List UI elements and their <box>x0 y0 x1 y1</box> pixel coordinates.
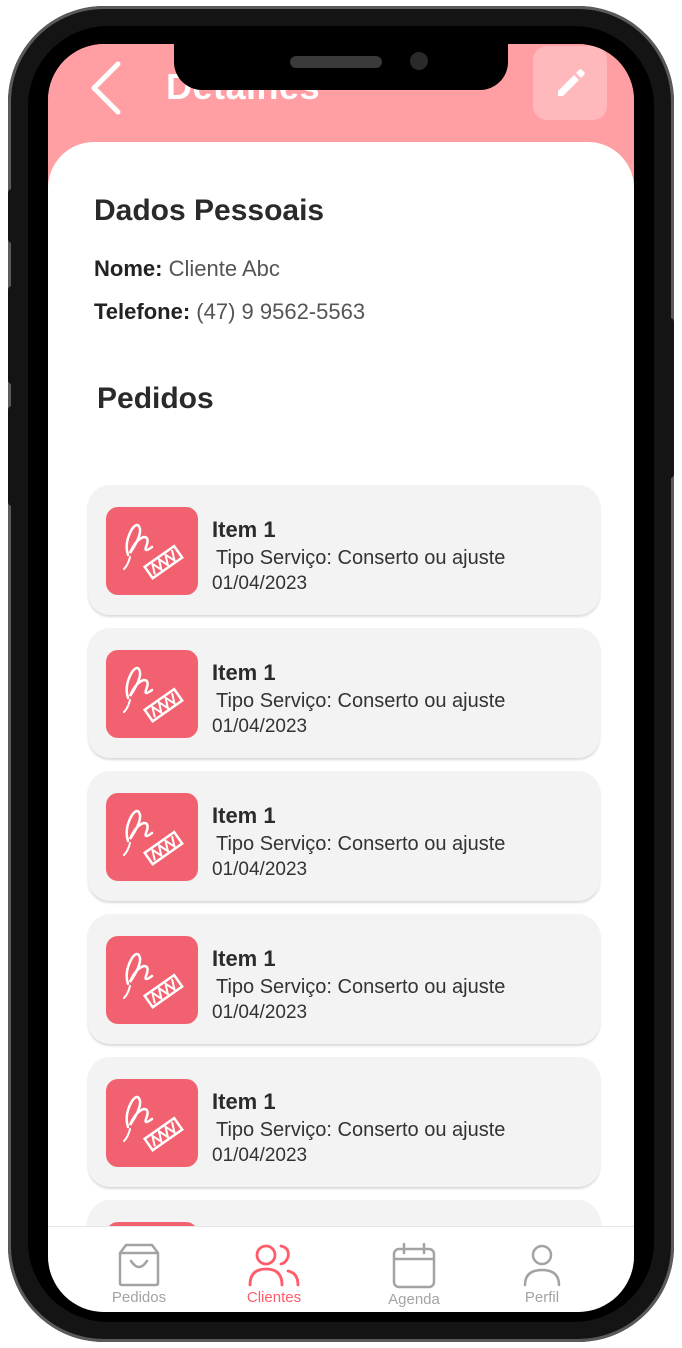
user-icon <box>523 1244 561 1287</box>
order-service-type: Tipo Serviço: Conserto ou ajuste <box>216 1119 506 1141</box>
order-thumbnail <box>106 936 198 1024</box>
name-label: Nome: <box>94 256 163 281</box>
phone-notch <box>174 44 508 90</box>
users-icon <box>248 1244 300 1287</box>
nav-item-clientes[interactable]: Clientes <box>219 1227 329 1312</box>
nav-item-pedidos[interactable]: Pedidos <box>84 1227 194 1312</box>
order-thumbnail <box>106 793 198 881</box>
app-screen: Detalhes Dados Pessoais Nome: Cliente Ab… <box>48 44 634 1312</box>
power-button <box>662 318 674 478</box>
nav-label: Agenda <box>388 1291 440 1308</box>
sewing-icon <box>123 809 184 866</box>
nav-label: Perfil <box>524 1289 560 1306</box>
volume-up-button <box>8 286 20 384</box>
order-card[interactable]: Item 1 Tipo Serviço: Conserto ou ajuste 01… <box>88 914 600 1044</box>
sewing-icon <box>123 666 184 723</box>
pencil-icon <box>558 69 585 96</box>
nav-item-perfil[interactable]: Perfil <box>487 1227 597 1312</box>
order-service-type: Tipo Serviço: Conserto ou ajuste <box>216 833 506 855</box>
sewing-icon <box>123 952 184 1009</box>
nav-item-agenda[interactable]: Agenda <box>359 1227 469 1312</box>
order-card[interactable]: Item 1 Tipo Serviço: Conserto ou ajuste 01… <box>88 1057 600 1187</box>
personal-data-title: Dados Pessoais <box>94 194 325 227</box>
side-button <box>8 189 20 243</box>
order-title: Item 1 <box>212 660 276 685</box>
order-date: 01/04/2023 <box>212 1002 308 1023</box>
edit-button[interactable] <box>533 46 607 120</box>
name-value: Cliente Abc <box>168 256 280 281</box>
bottom-navigation: Pedidos Clientes Agenda Perfil <box>48 1226 634 1312</box>
nav-label: Pedidos <box>111 1289 167 1306</box>
order-thumbnail <box>106 1079 198 1167</box>
order-card[interactable]: Item 1 <box>88 1200 600 1227</box>
order-title: Item 1 <box>212 946 276 971</box>
shopping-bag-icon <box>118 1243 160 1287</box>
order-card[interactable]: Item 1 Tipo Serviço: Conserto ou ajuste 01… <box>88 771 600 901</box>
order-card[interactable]: Item 1 Tipo Serviço: Conserto ou ajuste 01… <box>88 628 600 758</box>
order-service-type: Tipo Serviço: Conserto ou ajuste <box>216 976 506 998</box>
order-date: 01/04/2023 <box>212 859 308 880</box>
order-title: Item 1 <box>212 803 276 828</box>
orders-title: Pedidos <box>97 382 214 415</box>
phone-label: Telefone: <box>94 299 191 324</box>
calendar-icon <box>392 1243 436 1289</box>
phone-value: (47) 9 9562-5563 <box>196 299 366 324</box>
order-thumbnail <box>106 507 198 595</box>
details-panel: Dados Pessoais Nome: Cliente Abc Telefon… <box>48 142 634 1227</box>
order-card[interactable]: Item 1 Tipo Serviço: Conserto ou ajuste 01… <box>88 485 600 615</box>
order-thumbnail <box>106 650 198 738</box>
volume-down-button <box>8 406 20 506</box>
order-date: 01/04/2023 <box>212 1145 308 1166</box>
front-camera <box>410 52 428 70</box>
back-arrow-icon[interactable] <box>88 60 128 116</box>
sewing-icon <box>123 523 184 580</box>
client-phone: Telefone: (47) 9 9562-5563 <box>94 299 365 325</box>
sewing-icon <box>123 1095 184 1152</box>
order-service-type: Tipo Serviço: Conserto ou ajuste <box>216 690 506 712</box>
order-service-type: Tipo Serviço: Conserto ou ajuste <box>216 547 506 569</box>
order-title: Item 1 <box>212 1089 276 1114</box>
order-date: 01/04/2023 <box>212 573 308 594</box>
order-date: 01/04/2023 <box>212 716 308 737</box>
order-title: Item 1 <box>212 517 276 542</box>
nav-label: Clientes <box>246 1289 302 1306</box>
speaker <box>290 56 382 68</box>
client-name: Nome: Cliente Abc <box>94 256 280 282</box>
